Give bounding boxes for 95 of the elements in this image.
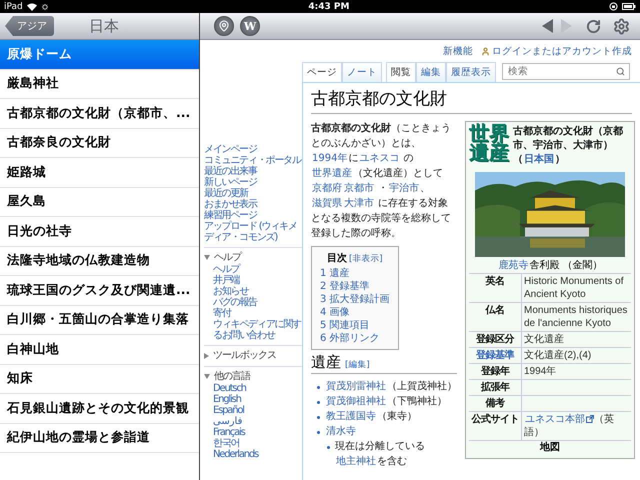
toc-link[interactable]: 5 関連項目 (320, 319, 390, 332)
nav-link[interactable]: 한국어 (213, 438, 302, 449)
nav-link[interactable]: 練習用ページ (204, 210, 302, 221)
toc-link[interactable]: 6 外部リンク (320, 332, 390, 345)
nav-link[interactable]: バグの報告 (213, 297, 302, 308)
device-name: iPad (4, 2, 23, 12)
link[interactable]: 鹿苑寺 (498, 260, 529, 271)
field-value: 文化遺産 (521, 332, 631, 347)
tab[interactable]: 編集 (416, 62, 446, 82)
section-title[interactable]: 他の言語 (214, 371, 250, 382)
map-heading: 地図 (469, 440, 631, 455)
intro-paragraph: 古都京都の文化財（こときょうとのぶんかざい）とは、 1994年 に ユネスコ の 世界遺産（文化遺産）として 京都府 京都市 ・宇治市、 滋賀県 大津市 に存在する対象となる複数の寺院等を総称して登録した際の呼称。 (311, 121, 452, 241)
field-value: Historic Monuments of Ancient Kyoto (521, 274, 631, 302)
nav-link[interactable]: 最近の出来事 (204, 166, 302, 177)
field-label: 登録区分 (474, 332, 516, 347)
nav-link[interactable]: 新しいページ (204, 177, 302, 188)
nav-link[interactable]: Nederlands (213, 449, 302, 460)
list-item-text: 教王護国寺（東寺） (325, 410, 417, 424)
toc-link[interactable]: 3 拡大登録計画 (320, 293, 390, 306)
list-item-text: 賀茂別雷神社（上賀茂神社） (325, 380, 457, 394)
nav-link[interactable]: メインページ (204, 144, 302, 155)
nav-link[interactable]: Deutsch (213, 383, 302, 394)
field-label: 英名 (484, 274, 506, 289)
link[interactable]: 世界遺産 (312, 168, 352, 179)
link[interactable]: 教王護国寺 (326, 411, 376, 422)
link[interactable]: 賀茂別雷神社 (326, 381, 386, 392)
list-item[interactable]: 厳島神社 (0, 70, 199, 99)
tab[interactable]: ノート (342, 62, 382, 82)
back-button[interactable]: アジア (5, 16, 54, 36)
link[interactable]: 大津市 (344, 198, 374, 209)
field-value: 1994年 (521, 364, 631, 379)
list-item[interactable]: 法隆寺地域の仏教建造物 (0, 246, 199, 276)
link[interactable]: 日本国 (524, 154, 554, 165)
tab[interactable]: ページ (302, 62, 342, 82)
link[interactable]: 新機能 (443, 44, 473, 58)
link[interactable]: 賀茂御祖神社 (326, 396, 386, 407)
image-caption: 鹿苑寺舎利殿 （金閣） (498, 259, 604, 273)
link[interactable]: ログインまたはアカウント作成 (492, 44, 632, 58)
link[interactable]: 京都市 (344, 183, 374, 194)
link[interactable]: ユネスコ (359, 153, 400, 164)
list-item[interactable]: 知床 (0, 364, 199, 394)
link[interactable]: 清水寺 (326, 426, 356, 437)
search-field[interactable]: 検索 (502, 63, 630, 80)
field-label: 備考 (484, 396, 506, 411)
heritage-logo: 世界遺産 (469, 125, 509, 163)
status-time: 4:43 PM (307, 2, 350, 12)
link[interactable]: 京都府 (312, 183, 342, 194)
nav-link[interactable]: アップロード (ウィキメディア・コモンズ) (204, 221, 302, 243)
field-value: ユネスコ本部 （英語） (521, 412, 631, 440)
edit-link[interactable]: [編集] (345, 359, 370, 371)
toc-title: 目次 (326, 252, 347, 265)
nav-link[interactable]: Français (213, 427, 302, 438)
nav-link[interactable]: お知らせ (213, 286, 302, 297)
link[interactable]: 宇治市 (389, 183, 420, 194)
list-item-text: 現在は分離している 地主神社を含む (335, 440, 426, 469)
section-title[interactable]: ツールボックス (213, 350, 276, 361)
link[interactable]: 地主神社 (336, 456, 376, 467)
link[interactable]: 登録基準 (469, 348, 521, 363)
tab[interactable]: 閲覧 (386, 62, 416, 82)
section-title[interactable]: ヘルプ (214, 252, 241, 263)
toc-link[interactable]: 1 遺産 (320, 267, 390, 280)
nav-link[interactable]: おまかせ表示 (204, 199, 302, 210)
field-label: 拡張年 (480, 380, 511, 395)
list-item[interactable]: 屋久島 (0, 188, 199, 217)
nav-link[interactable]: 最近の更新 (204, 188, 302, 199)
nav-title: 日本 (88, 16, 120, 36)
list-item[interactable]: 原爆ドーム (0, 40, 199, 70)
infobox-title: 古都京都の文化財（京都市、宇治市、大津市） （日本国） (513, 125, 624, 167)
nav-link[interactable]: فارسی (213, 416, 302, 427)
list-item[interactable]: 白川郷・五箇山の合掌造り集落 (0, 306, 199, 335)
field-label: 登録年 (480, 364, 511, 379)
list-item[interactable]: 古都奈良の文化財 (0, 128, 199, 158)
nav-link[interactable]: 寄付 (213, 308, 302, 319)
list-item-text: 賀茂御祖神社（下鴨神社） (325, 394, 447, 409)
list-item[interactable]: 紀伊山地の霊場と参詣道 (0, 424, 199, 453)
nav-link[interactable]: コミュニティ・ポータル (204, 155, 302, 166)
nav-link[interactable]: Español (213, 405, 302, 416)
toc-toggle-link[interactable]: [非表示] (348, 253, 383, 265)
nav-link[interactable]: ウィキペディアに関するお問い合わせ (213, 319, 302, 341)
toc-link[interactable]: 2 登録基準 (320, 280, 390, 293)
toc-link[interactable]: 4 画像 (320, 306, 390, 319)
field-label: 公式サイト (470, 412, 520, 427)
nav-link[interactable]: English (213, 394, 302, 405)
nav-link[interactable]: ヘルプ (213, 264, 302, 275)
field-value: Monuments historiques de l'ancienne Kyoto (521, 303, 631, 331)
link[interactable]: ユネスコ本部 (525, 414, 585, 425)
field-value: 文化遺産(2),(4) (521, 348, 631, 363)
field-label: 仏名 (484, 304, 506, 318)
link[interactable]: 1994年 (312, 153, 348, 164)
section-heading: 遺産 (311, 353, 341, 372)
wiki-button[interactable]: W (240, 16, 260, 36)
article-title: 古都京都の文化財 (311, 83, 632, 114)
nav-link[interactable]: 井戸端 (213, 275, 302, 286)
tab[interactable]: 履歴表示 (446, 62, 496, 82)
link[interactable]: 滋賀県 (312, 198, 342, 209)
